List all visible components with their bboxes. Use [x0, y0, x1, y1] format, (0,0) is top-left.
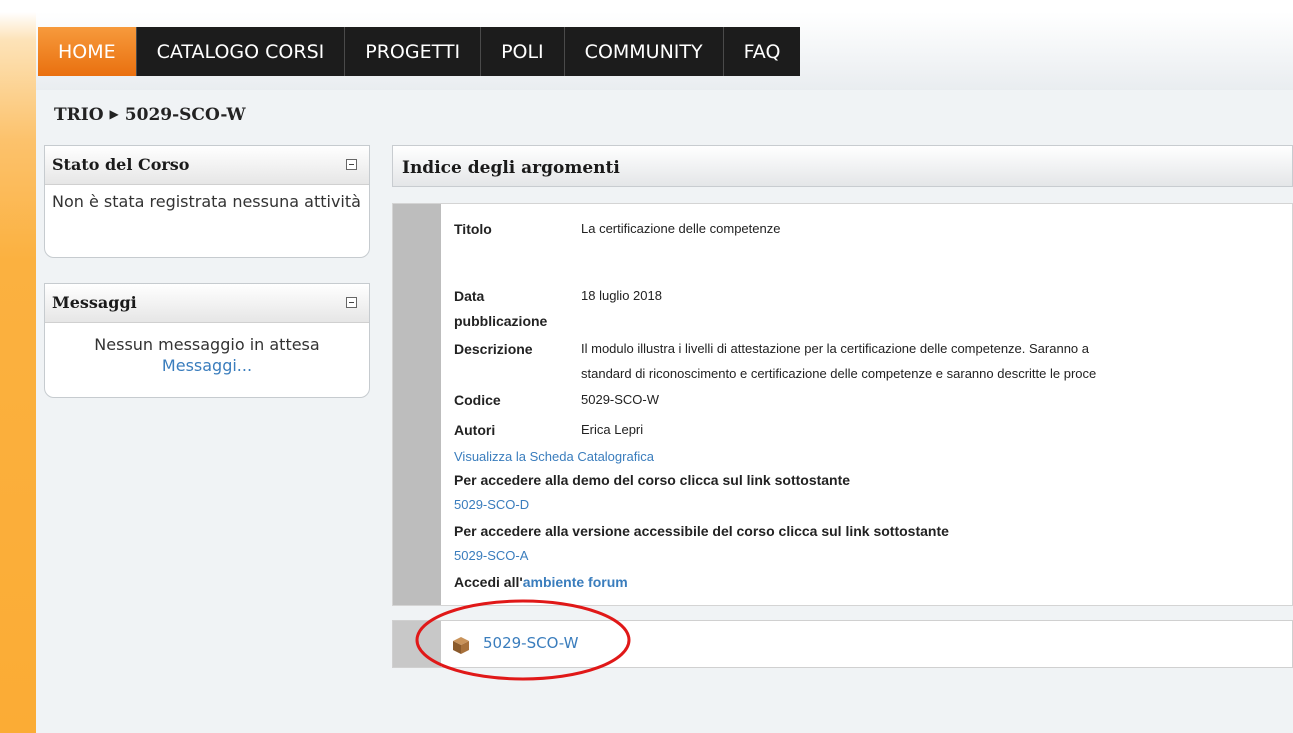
messages-block: Messaggi Nessun messaggio in attesa Mess…	[44, 283, 370, 398]
sco-row: 5029-SCO-W	[392, 620, 1293, 668]
description-label: Descrizione	[454, 341, 533, 357]
sco-link[interactable]: 5029-SCO-W	[483, 634, 578, 652]
messages-block-body: Nessun messaggio in attesa Messaggi...	[45, 323, 369, 386]
forum-link[interactable]: ambiente forum	[523, 574, 628, 590]
nav-faq[interactable]: FAQ	[723, 27, 801, 76]
date-label-line1: Data	[454, 288, 485, 304]
messages-block-header: Messaggi	[45, 284, 369, 323]
date-value: 18 luglio 2018	[581, 288, 662, 303]
breadcrumb: TRIO ▶ 5029-SCO-W	[54, 105, 246, 125]
main-nav: HOME CATALOGO CORSI PROGETTI POLI COMMUN…	[38, 27, 801, 76]
description-line2: standard di riconoscimento e certificazi…	[581, 366, 1097, 381]
breadcrumb-separator-icon: ▶	[109, 107, 119, 121]
sco-row-gutter	[393, 621, 441, 667]
authors-label: Autori	[454, 422, 496, 438]
status-block-header: Stato del Corso	[45, 146, 369, 185]
code-value: 5029-SCO-W	[581, 392, 660, 407]
nav-home[interactable]: HOME	[38, 27, 137, 76]
demo-instruction: Per accedere alla demo del corso clicca …	[454, 472, 851, 488]
topic-index-title: Indice degli argomenti	[402, 158, 620, 178]
topic-index-header: Indice degli argomenti	[392, 145, 1293, 187]
collapse-icon[interactable]	[346, 297, 357, 308]
course-info-content: Titolo La certificazione delle competenz…	[441, 204, 1292, 605]
messages-link[interactable]: Messaggi...	[162, 356, 252, 375]
collapse-icon[interactable]	[346, 159, 357, 170]
status-block-text: Non è stata registrata nessuna attività	[52, 192, 361, 211]
status-block: Stato del Corso Non è stata registrata n…	[44, 145, 370, 258]
messages-empty-text: Nessun messaggio in attesa	[94, 335, 320, 354]
title-value: La certificazione delle competenze	[581, 221, 781, 236]
accessible-instruction: Per accedere alla versione accessibile d…	[454, 523, 949, 539]
nav-community[interactable]: COMMUNITY	[564, 27, 724, 76]
breadcrumb-root[interactable]: TRIO	[54, 105, 104, 125]
course-info-panel: Titolo La certificazione delle competenz…	[392, 203, 1293, 606]
nav-progetti[interactable]: PROGETTI	[345, 27, 482, 76]
forum-line: Accedi all'ambiente forum	[454, 574, 628, 590]
messages-block-title: Messaggi	[52, 293, 137, 312]
authors-value: Erica Lepri	[581, 422, 644, 437]
breadcrumb-current: 5029-SCO-W	[124, 105, 246, 125]
catalog-card-link[interactable]: Visualizza la Scheda Catalografica	[454, 449, 654, 464]
demo-link[interactable]: 5029-SCO-D	[454, 497, 529, 512]
date-label-line2: pubblicazione	[454, 313, 548, 329]
status-block-title: Stato del Corso	[52, 155, 190, 174]
nav-poli[interactable]: POLI	[481, 27, 565, 76]
description-line1: Il modulo illustra i livelli di attestaz…	[581, 341, 1089, 356]
left-accent-strip	[0, 0, 36, 733]
title-label: Titolo	[454, 221, 492, 237]
package-icon	[453, 637, 469, 654]
forum-prefix: Accedi all'	[454, 574, 523, 590]
accessible-link[interactable]: 5029-SCO-A	[454, 548, 528, 563]
nav-catalogo-corsi[interactable]: CATALOGO CORSI	[136, 27, 346, 76]
code-label: Codice	[454, 392, 501, 408]
